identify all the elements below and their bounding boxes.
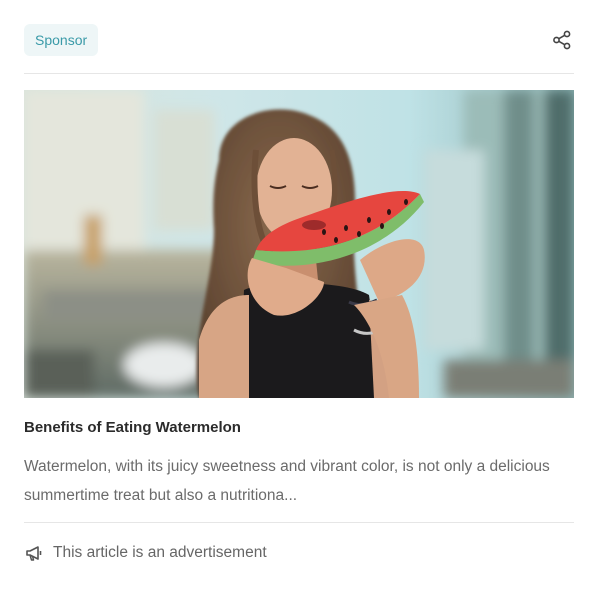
article-excerpt: Watermelon, with its juicy sweetness and… — [24, 458, 550, 504]
sponsored-card: Sponsor Benefits of Eating Watermelon Wa… — [0, 0, 598, 591]
share-icon — [553, 30, 571, 50]
card-header: Sponsor — [24, 23, 574, 57]
article-image[interactable] — [24, 90, 574, 398]
ad-disclaimer-text: This article is an advertisement — [53, 544, 267, 561]
footer-divider — [24, 522, 574, 523]
sponsor-badge: Sponsor — [24, 24, 99, 56]
article-title[interactable]: Benefits of Eating Watermelon — [24, 418, 574, 438]
share-button[interactable] — [550, 28, 574, 52]
header-divider — [24, 73, 574, 74]
watermelon-photo — [24, 90, 574, 398]
megaphone-icon — [26, 546, 42, 561]
ad-disclaimer: This article is an advertisement — [24, 541, 267, 565]
